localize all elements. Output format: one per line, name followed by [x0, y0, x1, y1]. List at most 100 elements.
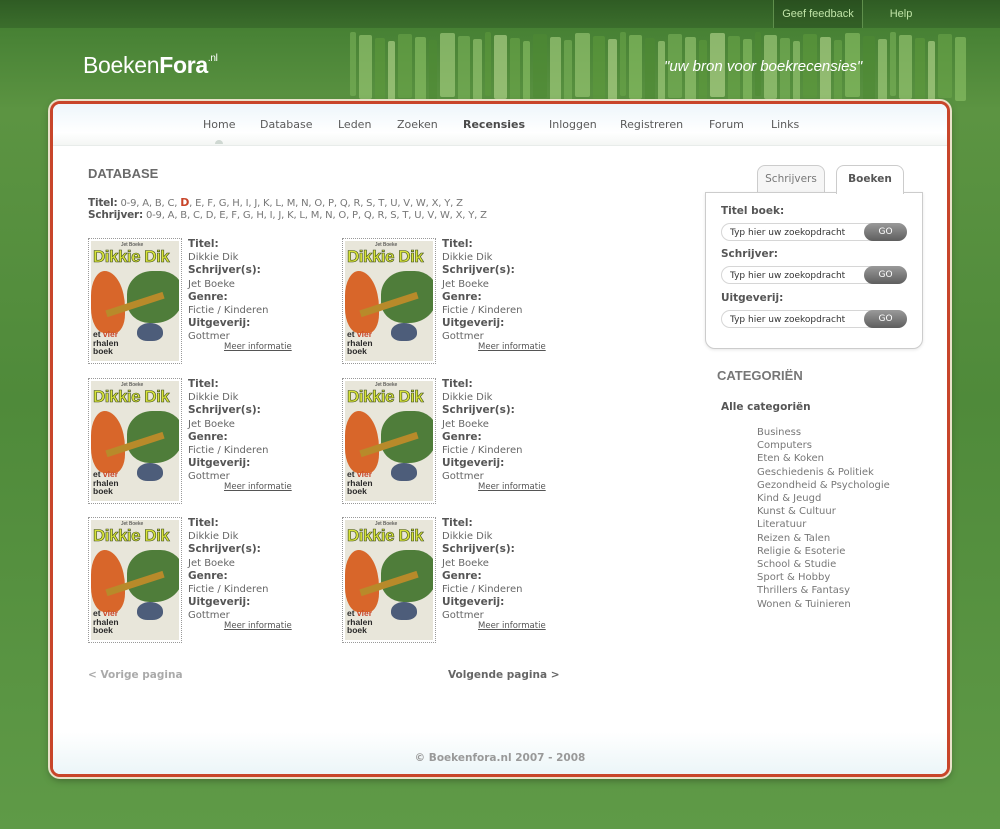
nav-item-1[interactable]: Database — [260, 104, 313, 144]
author-letter-link[interactable]: G — [243, 210, 251, 221]
title-letter-link[interactable]: H — [232, 198, 240, 209]
title-letter-link[interactable]: N — [301, 198, 308, 209]
author-letter-link[interactable]: K — [287, 210, 294, 221]
title-letter-link[interactable]: B — [155, 198, 162, 209]
title-letter-link[interactable]: E — [195, 198, 201, 209]
author-letter-link[interactable]: Q — [364, 210, 372, 221]
book-cover[interactable]: Jet Boeke Dikkie Dik et vier rhalen boek — [342, 238, 436, 364]
author-letter-link[interactable]: Z — [480, 210, 487, 221]
nav-item-0[interactable]: Home — [203, 104, 235, 144]
author-letter-link[interactable]: U — [414, 210, 421, 221]
author-letter-link[interactable]: W — [440, 210, 450, 221]
title-letter-link[interactable]: W — [416, 198, 426, 209]
author-letter-link[interactable]: C — [193, 210, 200, 221]
title-letter-link[interactable]: L — [275, 198, 281, 209]
category-item[interactable]: Thrillers & Fantasy — [757, 584, 890, 597]
title-letter-link[interactable]: A — [142, 198, 149, 209]
category-item[interactable]: Geschiedenis & Politiek — [757, 466, 890, 479]
category-item[interactable]: Kunst & Cultuur — [757, 505, 890, 518]
author-letter-link[interactable]: M — [311, 210, 320, 221]
author-letter-link[interactable]: H — [256, 210, 264, 221]
search-author-go-button[interactable]: GO — [864, 266, 907, 284]
category-item[interactable]: Gezondheid & Psychologie — [757, 479, 890, 492]
author-letter-link[interactable]: S — [390, 210, 396, 221]
book-cover[interactable]: Jet Boeke Dikkie Dik et vier rhalen boek — [88, 238, 182, 364]
more-info-link[interactable]: Meer informatie — [224, 621, 292, 631]
nav-item-6[interactable]: Registreren — [620, 104, 683, 144]
feedback-link[interactable]: Geef feedback — [773, 0, 863, 28]
category-item[interactable]: Religie & Esoterie — [757, 545, 890, 558]
nav-item-4[interactable]: Recensies — [463, 104, 525, 144]
author-letter-link[interactable]: B — [180, 210, 187, 221]
nav-item-8[interactable]: Links — [771, 104, 799, 144]
title-letter-link[interactable]: S — [366, 198, 372, 209]
author-letter-link[interactable]: R — [378, 210, 385, 221]
title-letter-link[interactable]: 0-9 — [121, 198, 137, 209]
next-page-link[interactable]: Volgende pagina > — [448, 669, 560, 681]
more-info-link[interactable]: Meer informatie — [224, 482, 292, 492]
author-letter-link[interactable]: D — [206, 210, 214, 221]
title-letter-link[interactable]: D — [180, 196, 189, 209]
search-publisher-input[interactable] — [730, 313, 866, 326]
title-letter-link[interactable]: M — [287, 198, 296, 209]
author-letter-link[interactable]: F — [231, 210, 237, 221]
author-letter-link[interactable]: N — [325, 210, 332, 221]
author-letter-link[interactable]: Y — [468, 210, 474, 221]
category-item[interactable]: Kind & Jeugd — [757, 492, 890, 505]
nav-item-5[interactable]: Inloggen — [549, 104, 597, 144]
title-letter-link[interactable]: G — [219, 198, 227, 209]
book-cover[interactable]: Jet Boeke Dikkie Dik et vier rhalen boek — [342, 378, 436, 504]
title-letter-link[interactable]: P — [328, 198, 334, 209]
more-info-link[interactable]: Meer informatie — [224, 342, 292, 352]
all-categories-link[interactable]: Alle categoriën — [721, 401, 811, 413]
author-letter-link[interactable]: J — [278, 210, 281, 221]
author-letter-link[interactable]: 0-9 — [146, 210, 162, 221]
title-letter-link[interactable]: Y — [444, 198, 450, 209]
author-letter-link[interactable]: X — [456, 210, 463, 221]
site-logo[interactable]: BoekenFora.nl — [83, 52, 218, 79]
help-link[interactable]: Help — [866, 0, 936, 28]
title-letter-link[interactable]: O — [314, 198, 322, 209]
title-letter-link[interactable]: X — [432, 198, 439, 209]
author-letter-link[interactable]: I — [270, 210, 273, 221]
more-info-link[interactable]: Meer informatie — [478, 342, 546, 352]
previous-page-link[interactable]: < Vorige pagina — [88, 669, 183, 681]
nav-item-3[interactable]: Zoeken — [397, 104, 438, 144]
category-item[interactable]: School & Studie — [757, 558, 890, 571]
author-letter-link[interactable]: V — [427, 210, 434, 221]
author-letter-link[interactable]: A — [168, 210, 175, 221]
book-cover[interactable]: Jet Boeke Dikkie Dik et vier rhalen boek — [88, 378, 182, 504]
search-author-input[interactable] — [730, 269, 866, 282]
category-item[interactable]: Computers — [757, 439, 890, 452]
search-title-input[interactable] — [730, 226, 866, 239]
title-letter-link[interactable]: V — [403, 198, 410, 209]
category-item[interactable]: Literatuur — [757, 518, 890, 531]
author-letter-link[interactable]: E — [219, 210, 225, 221]
nav-item-7[interactable]: Forum — [709, 104, 744, 144]
search-publisher-go-button[interactable]: GO — [864, 310, 907, 328]
title-letter-link[interactable]: F — [207, 198, 213, 209]
title-letter-link[interactable]: I — [246, 198, 249, 209]
title-letter-link[interactable]: U — [390, 198, 397, 209]
nav-item-2[interactable]: Leden — [338, 104, 371, 144]
search-tab-schrijvers[interactable]: Schrijvers — [757, 165, 825, 193]
author-letter-link[interactable]: O — [338, 210, 346, 221]
title-letter-link[interactable]: R — [353, 198, 360, 209]
search-title-go-button[interactable]: GO — [864, 223, 907, 241]
book-cover[interactable]: Jet Boeke Dikkie Dik et vier rhalen boek — [88, 517, 182, 643]
title-letter-link[interactable]: Q — [340, 198, 348, 209]
title-letter-link[interactable]: T — [378, 198, 384, 209]
title-letter-link[interactable]: K — [263, 198, 270, 209]
book-cover[interactable]: Jet Boeke Dikkie Dik et vier rhalen boek — [342, 517, 436, 643]
category-item[interactable]: Business — [757, 426, 890, 439]
category-item[interactable]: Wonen & Tuinieren — [757, 598, 890, 611]
author-letter-link[interactable]: P — [352, 210, 358, 221]
title-letter-link[interactable]: C — [167, 198, 174, 209]
more-info-link[interactable]: Meer informatie — [478, 482, 546, 492]
category-item[interactable]: Reizen & Talen — [757, 532, 890, 545]
title-letter-link[interactable]: Z — [456, 198, 463, 209]
title-letter-link[interactable]: J — [254, 198, 257, 209]
search-tab-boeken[interactable]: Boeken — [836, 165, 904, 194]
more-info-link[interactable]: Meer informatie — [478, 621, 546, 631]
author-letter-link[interactable]: T — [402, 210, 408, 221]
